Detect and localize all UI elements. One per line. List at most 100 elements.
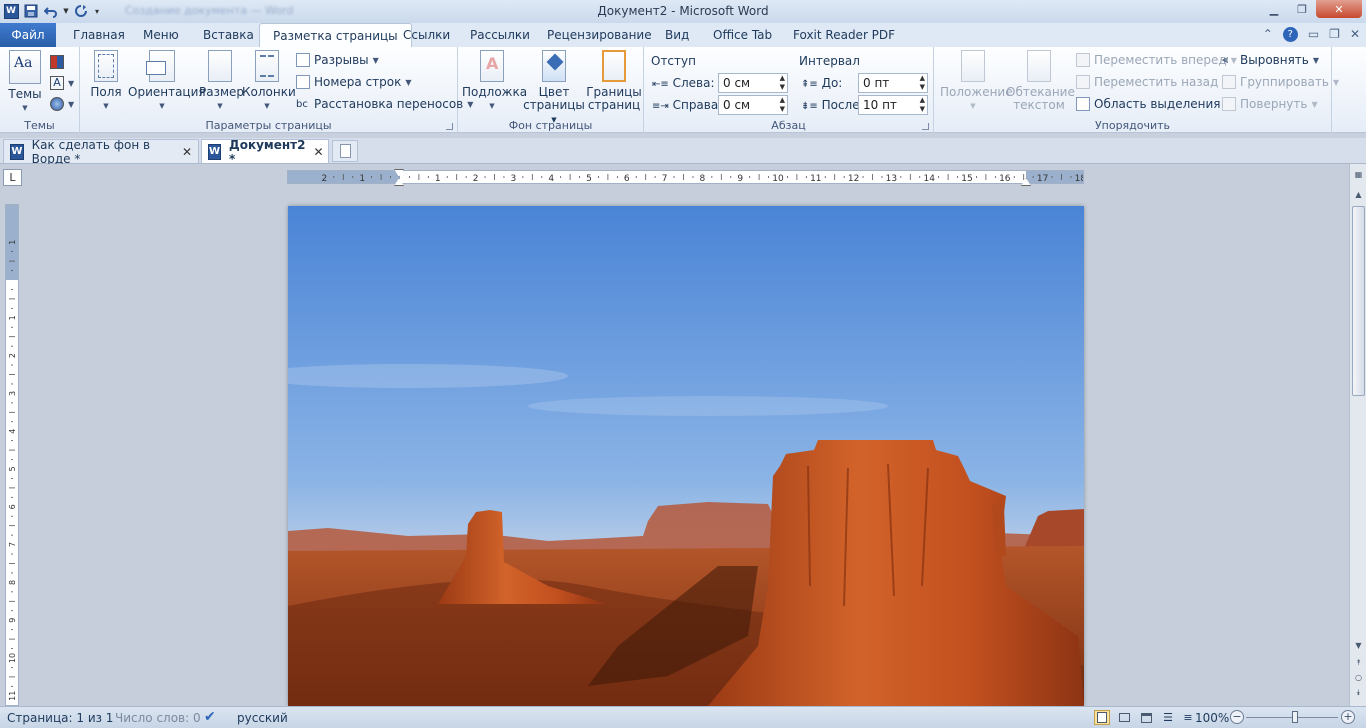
align-label: Выровнять [1240, 53, 1309, 67]
vertical-scrollbar[interactable]: ▦ ▲ ▼ ⯭ ○ ⯯ [1349, 164, 1366, 706]
page-color-button[interactable]: Цвет страницы ▼ [522, 50, 586, 127]
columns-button[interactable]: Колонки ▼ [242, 50, 296, 113]
spinner-arrows-icon[interactable]: ▲ ▼ [920, 96, 925, 114]
proofing-icon[interactable]: ✔ [204, 709, 216, 725]
tab-review[interactable]: Рецензирование [547, 23, 652, 47]
ruler-number: 7 [8, 542, 17, 547]
wrap-text-label-2: текстом [1013, 98, 1065, 112]
hyphenation-button[interactable]: bc Расстановка переносов ▼ [296, 94, 473, 114]
spinner-arrows-icon[interactable]: ▲ ▼ [780, 96, 785, 114]
margins-button[interactable]: Поля ▼ [88, 50, 124, 113]
ribbon: Aa Темы ▼ A ▼ ▼ Темы Поля ▼ Ориентация ▼… [0, 47, 1366, 133]
chevron-down-icon: ▼ [372, 55, 379, 65]
draft-view-icon[interactable]: ≡ [1180, 710, 1196, 725]
close-tab-icon[interactable]: ✕ [182, 145, 192, 159]
indent-right-input[interactable]: 0 см ▲ ▼ [718, 95, 788, 115]
margins-icon [94, 50, 118, 82]
spinner-arrows-icon[interactable]: ▲ ▼ [920, 74, 925, 92]
language-indicator[interactable]: русский [237, 711, 288, 725]
new-document-icon [339, 144, 351, 158]
doc-tab-title: Документ2 * [229, 137, 306, 166]
tab-office-tab[interactable]: Office Tab [713, 23, 772, 47]
zoom-slider-thumb[interactable] [1292, 711, 1298, 723]
page-count[interactable]: Страница: 1 из 1 [7, 711, 113, 725]
theme-effects-button[interactable]: ▼ [50, 94, 74, 114]
doc-restore-icon[interactable]: ❐ [1329, 27, 1340, 42]
browse-object-icon[interactable]: ○ [1352, 673, 1365, 682]
chevron-down-icon: ▼ [1312, 55, 1320, 65]
paragraph-launcher-icon[interactable] [922, 123, 929, 130]
help-icon[interactable]: ? [1282, 27, 1298, 42]
new-tab-button[interactable] [332, 140, 358, 162]
page-background-image [288, 206, 1084, 706]
watermark-button[interactable]: A Подложка ▼ [462, 50, 527, 113]
bring-forward-button[interactable]: Переместить вперед ▼ [1076, 50, 1237, 70]
page-borders-button[interactable]: Границы страниц [586, 50, 642, 112]
theme-colors-button[interactable] [50, 52, 64, 72]
scroll-down-icon[interactable]: ▼ [1352, 641, 1365, 650]
tab-insert[interactable]: Вставка [203, 23, 254, 47]
indent-left-input[interactable]: 0 см ▲ ▼ [718, 73, 788, 93]
word-count[interactable]: Число слов: 0 [115, 711, 201, 725]
scroll-up-icon[interactable]: ▲ [1352, 190, 1365, 199]
zoom-in-icon[interactable]: + [1341, 710, 1355, 724]
breaks-button[interactable]: Разрывы ▼ [296, 50, 379, 70]
tab-view[interactable]: Вид [665, 23, 689, 47]
tab-file[interactable]: Файл [0, 23, 56, 47]
previous-page-icon[interactable]: ⯭ [1352, 658, 1365, 668]
chevron-down-icon: ▼ [68, 99, 75, 109]
position-button[interactable]: Положение ▼ [940, 50, 1013, 113]
tab-selector-icon[interactable]: L [3, 169, 22, 186]
ruler-number: 6 [8, 504, 17, 509]
send-backward-button[interactable]: Переместить назад ▼ [1076, 72, 1229, 92]
zoom-level[interactable]: 100% [1195, 711, 1229, 725]
hyphenation-icon: bc [296, 98, 308, 110]
align-button[interactable]: ⫷ Выровнять ▼ [1222, 50, 1319, 70]
doc-minimize-icon[interactable]: ▭ [1308, 27, 1319, 42]
orientation-label: Ориентация [128, 85, 206, 99]
selection-pane-button[interactable]: Область выделения [1076, 94, 1221, 114]
doc-close-icon[interactable]: ✕ [1350, 27, 1360, 42]
theme-fonts-button[interactable]: A ▼ [50, 73, 74, 93]
next-page-icon[interactable]: ⯯ [1352, 688, 1365, 698]
tab-menu[interactable]: Меню [143, 23, 179, 47]
ruler-number: 13 [886, 174, 897, 183]
page-setup-launcher-icon[interactable] [446, 123, 453, 130]
collapse-ribbon-icon[interactable]: ⌃ [1263, 27, 1273, 42]
spacing-before-input[interactable]: 0 пт ▲ ▼ [858, 73, 928, 93]
full-screen-reading-icon[interactable] [1116, 710, 1132, 725]
tab-page-layout[interactable]: Разметка страницы [259, 23, 412, 47]
themes-button[interactable]: Aa Темы ▼ [6, 50, 44, 115]
page-borders-label-2: страниц [587, 98, 641, 112]
size-button[interactable]: Размер ▼ [199, 50, 244, 113]
ruler-number: 7 [662, 174, 668, 183]
spacing-after-input[interactable]: 10 пт ▲ ▼ [858, 95, 928, 115]
close-icon[interactable]: ✕ [1316, 0, 1362, 18]
tab-references[interactable]: Ссылки [403, 23, 450, 47]
line-numbers-button[interactable]: Номера строк ▼ [296, 72, 412, 92]
scrollbar-thumb[interactable] [1352, 206, 1365, 396]
print-layout-view-icon[interactable] [1094, 710, 1110, 725]
minimize-icon[interactable]: ▁ [1260, 0, 1288, 18]
restore-icon[interactable]: ❐ [1288, 0, 1316, 18]
vertical-ruler[interactable]: 1 1 2 3 4 5 6 7 8 9 10 11 [5, 204, 19, 706]
ruler-toggle-icon[interactable]: ▦ [1352, 170, 1365, 179]
ruler-number: 1 [8, 315, 17, 320]
spinner-arrows-icon[interactable]: ▲ ▼ [780, 74, 785, 92]
web-layout-icon[interactable] [1138, 710, 1154, 725]
ruler-number: 11 [810, 174, 821, 183]
rotate-button[interactable]: Повернуть ▼ [1222, 94, 1318, 114]
close-tab-icon[interactable]: ✕ [313, 145, 323, 159]
group-objects-button[interactable]: Группировать ▼ [1222, 72, 1339, 92]
wrap-text-button[interactable]: Обтекание текстом [1006, 50, 1075, 112]
tab-foxit[interactable]: Foxit Reader PDF [793, 23, 895, 47]
doc-tab-document2[interactable]: W Документ2 * ✕ [201, 137, 329, 166]
orientation-button[interactable]: Ориентация ▼ [128, 50, 206, 113]
tab-mailings[interactable]: Рассылки [470, 23, 530, 47]
outline-view-icon[interactable]: ☰ [1160, 710, 1176, 725]
tab-home[interactable]: Главная [73, 23, 125, 47]
horizontal-ruler[interactable]: 21123456789101112131415161718 [287, 169, 1084, 186]
doc-tab-background-article[interactable]: W Как сделать фон в Ворде * ✕ [3, 138, 199, 166]
document-page[interactable] [288, 206, 1084, 706]
zoom-out-icon[interactable]: − [1230, 710, 1244, 724]
